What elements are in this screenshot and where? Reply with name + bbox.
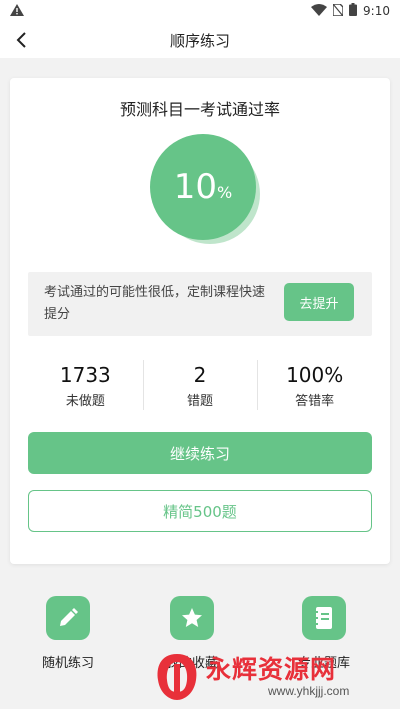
feature-favorites[interactable]: 我的收藏 — [142, 596, 242, 671]
warning-icon — [10, 3, 24, 19]
status-time: 9:10 — [363, 4, 390, 18]
tip-text: 考试通过的可能性很低，定制课程快速提分 — [44, 285, 266, 322]
feature-bar: 随机练习 我的收藏 专业题库 — [0, 580, 400, 709]
feature-label: 我的收藏 — [165, 656, 218, 671]
status-bar: 9:10 — [0, 0, 400, 22]
chevron-left-icon — [16, 32, 26, 48]
app-bar: 顺序练习 — [0, 22, 400, 58]
stats-row: 1733 未做题 2 错题 100% 答错率 — [28, 360, 372, 410]
feature-random-practice[interactable]: 随机练习 — [18, 596, 118, 671]
wifi-icon — [311, 3, 328, 19]
notebook-icon — [302, 596, 346, 640]
stat-label: 答错率 — [295, 393, 335, 409]
feature-label: 专业题库 — [297, 656, 350, 671]
stat-label: 未做题 — [65, 393, 105, 409]
feature-question-bank[interactable]: 专业题库 — [274, 596, 374, 671]
continue-practice-button[interactable]: 继续练习 — [28, 432, 372, 474]
pass-rate-gauge: 10 % — [150, 134, 270, 254]
back-button[interactable] — [8, 26, 36, 54]
improve-button[interactable]: 去提升 — [284, 283, 354, 321]
card-title: 预测科目一考试通过率 — [119, 100, 280, 119]
essential-500-button[interactable]: 精简500题 — [28, 490, 372, 532]
pass-rate-value: 10 — [173, 167, 218, 207]
star-icon — [170, 596, 214, 640]
pencil-icon — [46, 596, 90, 640]
feature-label: 随机练习 — [41, 656, 94, 671]
battery-icon — [349, 3, 358, 19]
stat-value: 100% — [286, 362, 344, 387]
improve-tip: 考试通过的可能性很低，定制课程快速提分 去提升 — [28, 272, 372, 336]
pass-rate-unit: % — [217, 182, 233, 202]
stat-value: 2 — [193, 362, 207, 387]
stat-wrong[interactable]: 2 错题 — [142, 360, 258, 410]
stat-error-rate[interactable]: 100% 答错率 — [257, 360, 372, 410]
pass-rate-label: 10 % — [150, 134, 256, 240]
status-icons: 9:10 — [311, 2, 390, 19]
stat-label: 错题 — [187, 393, 214, 409]
stat-undone[interactable]: 1733 未做题 — [28, 360, 143, 410]
stat-value: 1733 — [59, 362, 111, 387]
page-title: 顺序练习 — [169, 31, 230, 50]
no-sim-icon — [332, 2, 344, 19]
prediction-card: 预测科目一考试通过率 10 % 考试通过的可能性很低，定制课程快速提分 去提升 … — [10, 78, 390, 564]
